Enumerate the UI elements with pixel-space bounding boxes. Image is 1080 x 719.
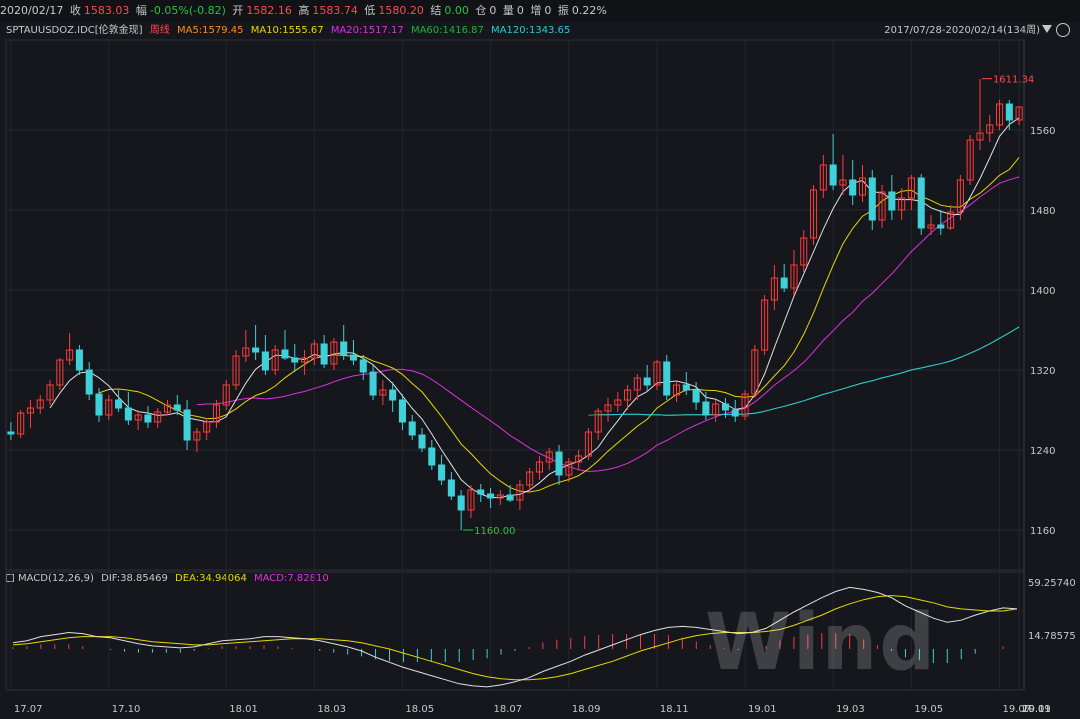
y-tick-label: 1560 — [1030, 126, 1055, 137]
annotation-label: 1611.34 — [993, 75, 1034, 86]
ma60-line — [588, 326, 1020, 416]
x-tick-label: 18.11 — [660, 704, 689, 715]
x-tick-label: 18.07 — [494, 704, 523, 715]
x-tick-label: 17.10 — [112, 704, 141, 715]
x-tick-label: 17.07 — [14, 704, 43, 715]
y-tick-label: 1240 — [1030, 446, 1055, 457]
annotation-label: 1160.00 — [474, 526, 515, 537]
candle-body — [291, 357, 299, 363]
candle-body — [418, 434, 426, 449]
y-tick-label: 1400 — [1030, 286, 1055, 297]
ma20-line — [196, 176, 1020, 473]
candle-body — [643, 377, 651, 386]
candle-body — [438, 464, 446, 481]
candle-body — [721, 403, 729, 411]
candle-body — [252, 347, 260, 353]
candle-body — [173, 404, 181, 411]
candle-body — [389, 389, 397, 401]
candle-body — [457, 495, 465, 511]
x-tick-label: 18.03 — [317, 704, 346, 715]
x-tick-label: 18.01 — [229, 704, 258, 715]
candle-body — [428, 447, 436, 466]
candle-body — [1005, 103, 1013, 121]
y-tick-label: 1160 — [1030, 526, 1055, 537]
x-tick-label: 18.09 — [572, 704, 601, 715]
ma5-line — [49, 117, 1020, 499]
candle-body — [702, 401, 710, 416]
candle-body — [183, 409, 191, 441]
candle-body — [124, 407, 132, 421]
candle-body — [340, 341, 348, 356]
candle-body — [95, 393, 103, 416]
candle-body — [281, 349, 289, 359]
ma120-line — [598, 326, 1020, 416]
candle-body — [349, 354, 358, 361]
chart-window: 2020/02/17 收 1583.03 幅 -0.05%(-0.82) 开 1582… — [0, 0, 1080, 719]
candle-body — [369, 371, 377, 396]
macd-y-tick-label: 14.78575 — [1028, 631, 1076, 642]
macd-y-tick-label: 59.25740 — [1028, 578, 1076, 589]
candle-body — [555, 451, 563, 476]
candle-body — [144, 414, 152, 423]
candle-body — [663, 361, 671, 396]
candle-body — [868, 177, 876, 221]
candle-body — [477, 489, 485, 495]
candle-body — [682, 384, 690, 391]
x-tick-label: 19.03 — [836, 704, 865, 715]
candle-body — [398, 399, 406, 423]
candle-body — [359, 359, 367, 373]
candle-body — [85, 369, 93, 395]
y-tick-label: 1480 — [1030, 206, 1055, 217]
candle-body — [115, 399, 123, 409]
candle-body — [320, 343, 328, 365]
candle-body — [486, 493, 495, 499]
x-tick-label: 20.01 — [1022, 704, 1051, 715]
y-tick-label: 1320 — [1030, 366, 1055, 377]
candle-body — [917, 177, 925, 229]
candle-body — [731, 409, 739, 417]
candle-body — [829, 164, 837, 186]
x-tick-label: 19.05 — [914, 704, 943, 715]
candle-body — [261, 351, 269, 371]
wind-watermark: Wind — [705, 598, 938, 688]
x-tick-label: 18.05 — [405, 704, 434, 715]
candle-body — [888, 191, 896, 211]
x-tick-label: 19.01 — [748, 704, 777, 715]
candle-body — [7, 431, 15, 435]
candle-body — [937, 224, 945, 229]
ma10-line — [98, 157, 1020, 493]
price-frame — [5, 39, 1025, 571]
candle-body — [447, 479, 455, 497]
candle-body — [692, 389, 700, 403]
candle-body — [408, 421, 416, 436]
candle-body — [506, 494, 514, 501]
candle-body — [780, 277, 788, 289]
candle-body — [75, 349, 83, 371]
candle-body — [849, 179, 857, 196]
